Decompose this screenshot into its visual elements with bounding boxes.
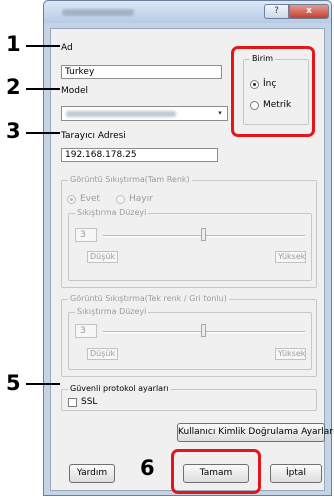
compression-no-radio[interactable] [116, 195, 125, 204]
compression-yes-radio[interactable] [67, 195, 76, 204]
compression-color-high-label: Yüksek [275, 251, 306, 263]
compression-yes-label[interactable]: Evet [80, 194, 100, 204]
compression-mono-level-label: Sıkıştırma Düzeyi [75, 307, 149, 317]
compression-mono-slider-thumb[interactable] [201, 324, 206, 337]
secure-protocol-group: Güvenli protokol ayarları [61, 384, 317, 411]
unit-highlight [231, 46, 315, 137]
ssl-label[interactable]: SSL [81, 397, 97, 407]
callout-5-leader [26, 383, 60, 385]
scanner-address-label: Tarayıcı Adresi [61, 131, 126, 141]
cancel-button[interactable]: İptal [270, 464, 322, 483]
compression-color-level-group: Sıkıştırma Düzeyi [68, 208, 312, 281]
compression-color-level-label: Sıkıştırma Düzeyi [75, 208, 149, 218]
model-label: Model [61, 86, 89, 96]
compression-no-label[interactable]: Hayır [129, 194, 153, 204]
callout-1-leader [26, 45, 60, 47]
compression-color-slider-thumb[interactable] [201, 228, 206, 241]
callout-1: 1 [6, 32, 21, 56]
callout-3: 3 [6, 119, 21, 143]
chevron-down-icon: ▾ [218, 109, 222, 117]
user-auth-settings-button[interactable]: Kullanıcı Kimlik Doğrulama Ayarları [177, 423, 334, 442]
callout-5: 5 [6, 371, 21, 395]
secure-protocol-group-label: Güvenli protokol ayarları [68, 384, 171, 394]
help-button[interactable]: Yardım [69, 464, 115, 483]
compression-mono-level-value[interactable]: 3 [75, 324, 97, 338]
ok-highlight [171, 449, 261, 494]
compression-color-group-label: Görüntü Sıkıştırma(Tam Renk) [68, 175, 192, 185]
name-field[interactable]: Turkey [61, 65, 222, 79]
compression-color-low-label: Düşük [87, 251, 118, 263]
compression-mono-group-label: Görüntü Sıkıştırma(Tek renk / Gri tonlu) [68, 294, 229, 304]
model-value-blurred [66, 111, 176, 117]
model-select[interactable]: ▾ [61, 106, 228, 121]
name-label: Ad [61, 43, 73, 53]
ssl-checkbox[interactable] [68, 398, 77, 407]
compression-color-level-value[interactable]: 3 [75, 228, 97, 242]
help-icon[interactable]: ? [264, 4, 289, 19]
title-bar: ? x [44, 1, 331, 23]
callout-3-leader [26, 132, 60, 134]
callout-2: 2 [6, 75, 21, 99]
callout-2-leader [26, 88, 60, 90]
scanner-address-field[interactable]: 192.168.178.25 [61, 148, 218, 162]
close-icon[interactable]: x [289, 4, 329, 19]
callout-6: 6 [140, 456, 155, 480]
dialog-title-blurred [62, 9, 134, 16]
compression-mono-high-label: Yüksek [275, 348, 306, 360]
compression-mono-low-label: Düşük [87, 348, 118, 360]
compression-mono-level-group: Sıkıştırma Düzeyi [68, 307, 312, 370]
